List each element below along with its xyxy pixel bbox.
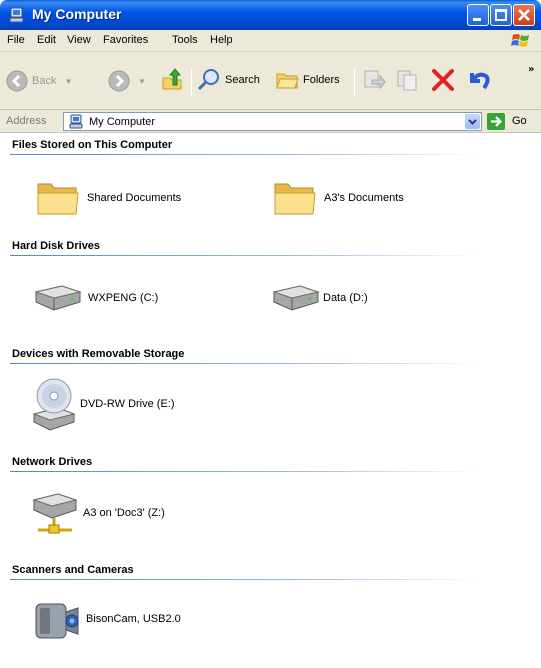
search-button[interactable]: Search [197, 68, 260, 92]
toolbar-separator [354, 68, 355, 96]
back-arrow-icon [6, 70, 28, 92]
group-header-hard-disk-drives: Hard Disk Drives [12, 240, 101, 252]
search-label: Search [225, 74, 260, 86]
group-header-files-stored: Files Stored on This Computer [12, 139, 173, 151]
menu-file[interactable]: File [7, 34, 25, 46]
group-header-removable-storage: Devices with Removable Storage [12, 348, 185, 360]
toolbar-separator [191, 68, 192, 96]
search-icon [197, 69, 219, 91]
move-to-icon[interactable] [362, 68, 386, 92]
group-divider [10, 471, 480, 472]
menu-favorites[interactable]: Favorites [103, 34, 148, 46]
group-header-network-drives: Network Drives [12, 456, 93, 468]
chevron-down-icon [468, 119, 477, 125]
back-button[interactable]: Back ▼ [6, 70, 72, 92]
group-divider [10, 154, 480, 155]
folders-icon [276, 73, 299, 89]
back-dropdown-icon[interactable]: ▼ [64, 77, 72, 86]
address-value: My Computer [89, 116, 156, 128]
back-label: Back [32, 75, 57, 87]
close-button[interactable] [513, 4, 535, 26]
network-drive-icon [32, 493, 78, 534]
maximize-button[interactable] [490, 4, 512, 26]
folder-icon [37, 183, 79, 215]
address-bar: Address My Computer Go [0, 110, 541, 133]
window-title: My Computer [32, 6, 122, 22]
menu-help[interactable]: Help [210, 34, 233, 46]
go-button[interactable]: Go [512, 115, 527, 127]
list-item[interactable]: Shared Documents [35, 178, 181, 218]
item-label: A3 on 'Doc3' (Z:) [83, 507, 165, 519]
maximize-icon [495, 9, 507, 21]
go-arrow-icon[interactable] [487, 113, 505, 130]
list-item[interactable]: A3 on 'Doc3' (Z:) [30, 490, 165, 536]
list-item[interactable]: WXPENG (C:) [32, 282, 158, 314]
minimize-icon [473, 18, 481, 21]
toolbar: Back ▼ ▼ Search Folders » [0, 52, 541, 110]
item-label: Data (D:) [323, 292, 368, 304]
my-computer-icon [9, 7, 24, 23]
address-dropdown-button[interactable] [465, 114, 480, 129]
minimize-button[interactable] [467, 4, 489, 26]
forward-arrow-icon [108, 70, 130, 92]
menu-edit[interactable]: Edit [37, 34, 56, 46]
undo-icon[interactable] [466, 67, 492, 93]
group-header-scanners-cameras: Scanners and Cameras [12, 564, 134, 576]
title-bar[interactable]: My Computer [0, 0, 541, 30]
close-icon [518, 9, 530, 21]
camera-icon [35, 603, 79, 639]
group-divider [10, 255, 480, 256]
hard-drive-icon [272, 285, 320, 311]
address-label: Address [6, 115, 47, 127]
address-input[interactable]: My Computer [63, 112, 482, 131]
list-item[interactable]: Data (D:) [270, 282, 368, 314]
copy-to-icon[interactable] [396, 68, 420, 92]
folders-label: Folders [303, 74, 340, 86]
group-divider [10, 363, 480, 364]
item-label: DVD-RW Drive (E:) [80, 398, 175, 410]
hard-drive-icon [34, 285, 82, 311]
group-divider [10, 579, 480, 580]
folders-button[interactable]: Folders [275, 68, 340, 92]
windows-logo-icon [511, 34, 529, 47]
list-item[interactable]: A3's Documents [272, 178, 404, 218]
toolbar-overflow-icon[interactable]: » [528, 64, 534, 75]
dvd-drive-icon [32, 378, 76, 431]
menu-tools[interactable]: Tools [172, 34, 198, 46]
item-label: Shared Documents [87, 192, 182, 204]
list-item[interactable]: DVD-RW Drive (E:) [32, 376, 175, 432]
my-computer-icon [69, 114, 83, 129]
list-item[interactable]: BisonCam, USB2.0 [32, 594, 181, 644]
item-label: WXPENG (C:) [88, 292, 159, 304]
forward-button[interactable]: ▼ [108, 70, 146, 92]
delete-icon[interactable] [430, 67, 456, 93]
menu-view[interactable]: View [67, 34, 91, 46]
item-label: A3's Documents [324, 192, 404, 204]
file-view: Files Stored on This Computer Shared Doc… [0, 134, 541, 668]
forward-dropdown-icon[interactable]: ▼ [138, 77, 146, 86]
menu-bar: File Edit View Favorites Tools Help [0, 30, 541, 52]
item-label: BisonCam, USB2.0 [86, 613, 181, 625]
folder-icon [274, 183, 316, 215]
up-folder-icon[interactable] [160, 68, 184, 92]
